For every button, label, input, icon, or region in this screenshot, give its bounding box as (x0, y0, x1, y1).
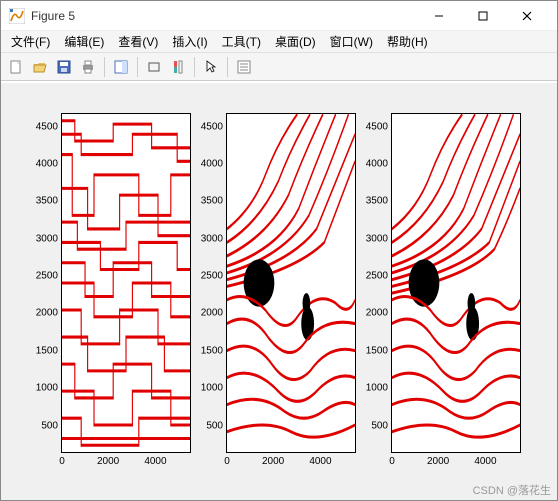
ytick-label: 1000 (201, 383, 223, 394)
menu-desktop[interactable]: 桌面(D) (269, 31, 322, 52)
subplot-2[interactable]: 4500 4000 3500 3000 2500 2000 1500 1000 … (226, 113, 356, 453)
xtick-label: 2000 (427, 456, 449, 467)
ytick-label: 2000 (201, 308, 223, 319)
maximize-icon (478, 11, 488, 21)
xtick-label: 4000 (474, 456, 496, 467)
menubar: 文件(F) 编辑(E) 查看(V) 插入(I) 工具(T) 桌面(D) 窗口(W… (1, 31, 557, 53)
maximize-button[interactable] (461, 2, 505, 30)
xtick-label: 2000 (262, 456, 284, 467)
subplot-3[interactable]: 4500 4000 3500 3000 2500 2000 1500 1000 … (391, 113, 521, 453)
ytick-label: 1000 (366, 383, 388, 394)
print-button[interactable] (77, 56, 99, 78)
save-icon (56, 59, 72, 75)
menu-edit[interactable]: 编辑(E) (58, 31, 110, 52)
toolbar (1, 53, 557, 81)
menu-window[interactable]: 窗口(W) (324, 31, 379, 52)
ytick-label: 2000 (366, 308, 388, 319)
ytick-label: 1500 (36, 345, 58, 356)
print-icon (80, 59, 96, 75)
toolbar-separator (137, 57, 138, 77)
toolbar-separator (104, 57, 105, 77)
xtick-label: 4000 (144, 456, 166, 467)
new-figure-button[interactable] (5, 56, 27, 78)
ytick-label: 500 (206, 420, 223, 431)
minimize-button[interactable] (417, 2, 461, 30)
save-button[interactable] (53, 56, 75, 78)
watermark: CSDN @落花生 (473, 482, 551, 498)
list-icon (236, 59, 252, 75)
ytick-label: 3500 (366, 196, 388, 207)
menu-help[interactable]: 帮助(H) (381, 31, 434, 52)
ytick-label: 2500 (366, 271, 388, 282)
edit-plot-icon (113, 59, 129, 75)
ytick-label: 4000 (36, 159, 58, 170)
titlebar: Figure 5 (1, 1, 557, 31)
contour-lines (227, 114, 355, 452)
xtick-label: 0 (224, 456, 230, 467)
contour-lines (392, 114, 520, 452)
edit-plot-button[interactable] (110, 56, 132, 78)
app-icon (9, 8, 25, 24)
ytick-label: 4000 (201, 159, 223, 170)
open-button[interactable] (29, 56, 51, 78)
data-cursor-button[interactable] (143, 56, 165, 78)
close-button[interactable] (505, 2, 549, 30)
toolbar-separator (227, 57, 228, 77)
contour-lines (62, 114, 190, 452)
subplot-1[interactable]: 4500 4000 3500 3000 2500 2000 1500 1000 … (61, 113, 191, 453)
ytick-label: 3000 (201, 233, 223, 244)
menu-insert[interactable]: 插入(I) (166, 31, 213, 52)
folder-open-icon (32, 59, 48, 75)
ytick-label: 2500 (36, 271, 58, 282)
xtick-label: 2000 (97, 456, 119, 467)
pointer-button[interactable] (200, 56, 222, 78)
new-file-icon (8, 59, 24, 75)
property-inspector-button[interactable] (233, 56, 255, 78)
ytick-label: 3500 (201, 196, 223, 207)
ytick-label: 1000 (36, 383, 58, 394)
close-icon (522, 11, 532, 21)
ytick-label: 4500 (201, 121, 223, 132)
ytick-label: 3000 (36, 233, 58, 244)
minimize-icon (434, 11, 444, 21)
ytick-label: 3500 (36, 196, 58, 207)
ytick-label: 2500 (201, 271, 223, 282)
colorbar-button[interactable] (167, 56, 189, 78)
xtick-label: 0 (389, 456, 395, 467)
figure-canvas[interactable]: 4500 4000 3500 3000 2500 2000 1500 1000 … (1, 83, 557, 500)
ytick-label: 1500 (366, 345, 388, 356)
ytick-label: 500 (41, 420, 58, 431)
ytick-label: 3000 (366, 233, 388, 244)
ytick-label: 2000 (36, 308, 58, 319)
ytick-label: 1500 (201, 345, 223, 356)
window-title: Figure 5 (31, 9, 417, 23)
menu-file[interactable]: 文件(F) (5, 31, 56, 52)
ytick-label: 4000 (366, 159, 388, 170)
colorbar-icon (170, 59, 186, 75)
xtick-label: 0 (59, 456, 65, 467)
toolbar-separator (194, 57, 195, 77)
menu-tools[interactable]: 工具(T) (216, 31, 267, 52)
ytick-label: 4500 (366, 121, 388, 132)
xtick-label: 4000 (309, 456, 331, 467)
menu-view[interactable]: 查看(V) (112, 31, 164, 52)
rectangle-icon (146, 59, 162, 75)
ytick-label: 500 (371, 420, 388, 431)
ytick-label: 4500 (36, 121, 58, 132)
arrow-pointer-icon (203, 59, 219, 75)
